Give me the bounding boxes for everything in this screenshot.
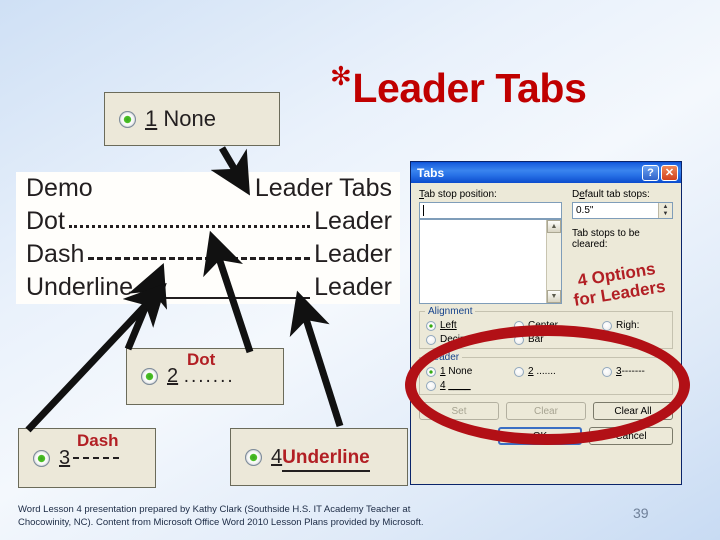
radio-align-right-label: Righ: <box>616 320 640 331</box>
radio-selected-icon <box>119 110 136 128</box>
demo-row-demo: Demo Leader Tabs <box>16 172 400 205</box>
default-tab-stops-input[interactable]: 0.5" ▲ ▼ <box>572 202 673 219</box>
tab-stop-position-input[interactable] <box>419 202 562 219</box>
callout-underline-text: 4Underline <box>271 445 370 472</box>
dialog-titlebar[interactable]: Tabs ? ✕ <box>411 162 681 183</box>
callout-underline-label: Underline <box>282 446 370 472</box>
title-bullet-icon: ✻ <box>330 61 352 91</box>
callout-underline-number: 4 <box>271 445 283 468</box>
callout-dash-number: 3 <box>59 446 71 469</box>
dialog-title: Tabs <box>417 165 445 180</box>
close-icon[interactable]: ✕ <box>661 164 678 181</box>
slide: ✻Leader Tabs Demo Leader Tabs Dot Leader… <box>0 0 720 540</box>
scroll-up-icon[interactable]: ▲ <box>547 220 561 233</box>
tab-stops-cleared-label: Tab stops to be cleared: <box>572 228 640 250</box>
radio-align-left-label: Left <box>440 320 457 331</box>
callout-none-text: 1 None <box>145 106 216 132</box>
alignment-legend: Alignment <box>425 306 476 317</box>
default-tab-stops-value: 0.5" <box>576 205 594 216</box>
title-text: Leader Tabs <box>352 64 587 111</box>
footer-line-1: Word Lesson 4 presentation prepared by K… <box>18 504 411 515</box>
callout-dot-text: Dot 2 ....... <box>167 350 235 388</box>
radio-icon <box>426 334 436 345</box>
demo-tail-underline: Leader <box>314 273 392 301</box>
callout-dot-label: Dot <box>187 350 216 369</box>
help-icon[interactable]: ? <box>642 164 659 181</box>
callout-none-number: 1 <box>145 106 158 131</box>
callout-leader-dot: Dot 2 ....... <box>126 348 284 405</box>
callout-none-label: None <box>163 106 216 131</box>
radio-align-right[interactable]: Righ: <box>602 320 639 331</box>
demo-label-underline: Underline <box>26 273 134 301</box>
demo-label-dash: Dash <box>26 240 85 268</box>
callout-leader-none: 1 None <box>104 92 280 146</box>
arrow-underline-to-dialog <box>289 290 344 428</box>
demo-label-dot: Dot <box>26 207 65 235</box>
footer-line-2: Chocowinity, NC). Content from Microsoft… <box>18 517 424 528</box>
demo-row-dot: Dot Leader <box>16 205 400 238</box>
radio-icon <box>426 320 436 331</box>
slide-number: 39 <box>633 505 649 521</box>
radio-selected-icon <box>33 449 50 467</box>
default-tab-stops-label: Default tab stops: <box>572 189 650 200</box>
callout-dash-sample <box>73 456 120 459</box>
footer-credit: Word Lesson 4 presentation prepared by K… <box>18 503 463 529</box>
demo-row-underline: Underline Leader <box>16 271 400 304</box>
page-title: ✻Leader Tabs <box>330 48 690 111</box>
callout-leader-underline: 4Underline <box>230 428 408 486</box>
demo-leader-underline <box>137 271 311 304</box>
tab-stop-position-label: Tab stop position: <box>419 189 497 200</box>
callout-dash-label: Dash <box>77 430 119 450</box>
tab-stops-listbox[interactable]: ▲ ▼ <box>419 219 562 304</box>
text-caret <box>423 205 424 216</box>
demo-text-block: Demo Leader Tabs Dot Leader Dash Leader … <box>16 172 400 304</box>
callout-leader-dash: Dash 3 <box>18 428 156 488</box>
annotation-ellipse-highlight <box>405 325 690 445</box>
demo-leader-none <box>97 172 251 205</box>
demo-leader-dots <box>68 205 311 238</box>
radio-selected-icon <box>141 368 158 385</box>
callout-dash-text: Dash 3 <box>59 431 120 470</box>
annotation-4-options: 4 Options for Leaders <box>557 256 679 312</box>
spinner-icon[interactable]: ▲ ▼ <box>658 203 672 218</box>
demo-tail-dot: Leader <box>314 207 392 235</box>
demo-leader-dashes <box>88 238 310 271</box>
callout-dot-number: 2 <box>167 365 179 387</box>
demo-tail-demo: Leader Tabs <box>254 174 392 202</box>
radio-selected-icon <box>245 448 262 466</box>
demo-tail-dash: Leader <box>314 240 392 268</box>
demo-label-demo: Demo <box>26 174 93 202</box>
demo-row-dash: Dash Leader <box>16 238 400 271</box>
